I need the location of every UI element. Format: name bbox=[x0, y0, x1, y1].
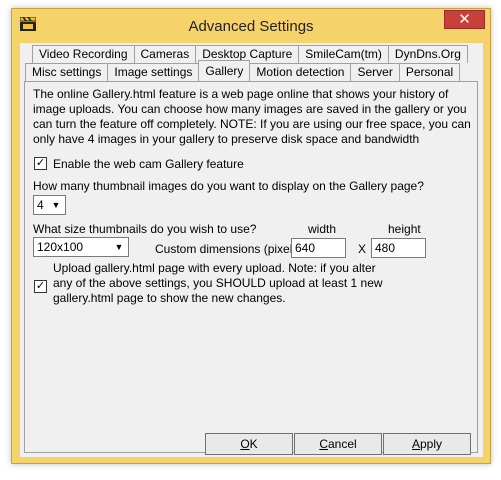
window-title: Advanced Settings bbox=[188, 18, 314, 35]
close-icon: ✕ bbox=[458, 11, 471, 28]
thumb-count-value: 4 bbox=[37, 198, 44, 212]
tab-cameras[interactable]: Cameras bbox=[133, 45, 197, 63]
width-label: width bbox=[308, 222, 337, 236]
enable-gallery-checkbox[interactable]: ✓ bbox=[34, 157, 47, 170]
upload-gallery-label: Upload gallery.html page with every uplo… bbox=[53, 261, 383, 305]
thumb-size-question: What size thumbnails do you wish to use? bbox=[33, 222, 257, 236]
gallery-description: The online Gallery.html feature is a web… bbox=[33, 87, 471, 146]
custom-dimensions-label: Custom dimensions (pixels) bbox=[155, 242, 303, 256]
tab-image-settings[interactable]: Image settings bbox=[107, 63, 200, 81]
height-label: height bbox=[388, 222, 421, 236]
custom-height-input[interactable]: 480 bbox=[371, 238, 426, 258]
tab-row-bottom: Misc settings Image settings Gallery Mot… bbox=[25, 60, 461, 81]
thumb-count-question: How many thumbnail images do you want to… bbox=[33, 179, 424, 193]
thumb-count-select[interactable]: 4 ▼ bbox=[33, 195, 66, 215]
tab-dyndns[interactable]: DynDns.Org bbox=[387, 45, 468, 63]
tab-motion-detection[interactable]: Motion detection bbox=[249, 63, 352, 81]
dialog-client: Video Recording Cameras Desktop Capture … bbox=[20, 43, 483, 457]
tab-gallery[interactable]: Gallery bbox=[198, 60, 251, 81]
custom-width-input[interactable]: 640 bbox=[291, 238, 346, 258]
enable-gallery-label: Enable the web cam Gallery feature bbox=[53, 157, 244, 171]
chevron-down-icon: ▼ bbox=[114, 242, 124, 252]
tab-server[interactable]: Server bbox=[350, 63, 400, 81]
tab-personal[interactable]: Personal bbox=[398, 63, 461, 81]
tab-smilecam[interactable]: SmileCam(tm) bbox=[298, 45, 389, 63]
tab-video-recording[interactable]: Video Recording bbox=[32, 45, 135, 63]
ok-button[interactable]: OK bbox=[205, 433, 293, 455]
close-button[interactable]: ✕ bbox=[444, 10, 485, 29]
checkmark-icon: ✓ bbox=[35, 280, 46, 292]
upload-gallery-checkbox[interactable]: ✓ bbox=[34, 280, 47, 293]
gallery-panel: The online Gallery.html feature is a web… bbox=[24, 81, 478, 453]
checkmark-icon: ✓ bbox=[35, 157, 46, 169]
advanced-settings-window: Advanced Settings ✕ Video Recording Came… bbox=[11, 8, 491, 464]
cancel-button[interactable]: Cancel bbox=[294, 433, 382, 455]
chevron-down-icon: ▼ bbox=[51, 200, 61, 210]
dimension-x-label: X bbox=[358, 242, 367, 256]
title-bar[interactable]: Advanced Settings ✕ bbox=[12, 9, 490, 43]
apply-button[interactable]: Apply bbox=[383, 433, 471, 455]
thumb-size-value: 120x100 bbox=[37, 240, 84, 254]
thumb-size-select[interactable]: 120x100 ▼ bbox=[33, 237, 129, 257]
tab-misc-settings[interactable]: Misc settings bbox=[25, 63, 109, 81]
